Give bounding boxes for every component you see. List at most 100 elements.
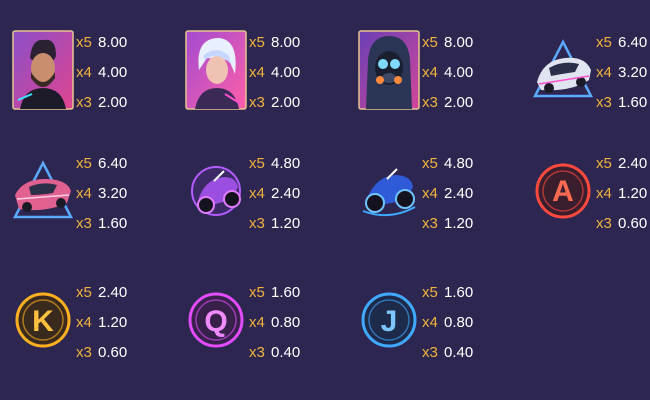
payout-row: x4 4.00 (422, 58, 522, 88)
symbol-letter-k: K x5 2.40 x4 1.20 x3 0.60 (10, 278, 180, 378)
payout-row: x3 2.00 (422, 88, 522, 118)
multiplier: x3 (596, 94, 612, 111)
payout-value: 0.40 (444, 344, 474, 361)
payout-row: x5 4.80 (422, 149, 522, 179)
payout-list: x5 1.60 x4 0.80 x3 0.40 (249, 278, 349, 368)
symbol-letter-j: J x5 1.60 x4 0.80 x3 0.40 (356, 278, 526, 378)
payout-list: x5 2.40 x4 1.20 x3 0.60 (76, 278, 176, 368)
payout-row: x5 8.00 (249, 28, 349, 58)
payout-value: 4.80 (271, 155, 301, 172)
payout-row: x4 4.00 (76, 58, 176, 88)
payout-row: x4 0.80 (249, 308, 349, 338)
payout-row: x3 0.60 (596, 209, 650, 239)
symbol-letter-q: Q x5 1.60 x4 0.80 x3 0.40 (183, 278, 353, 378)
payout-list: x5 8.00 x4 4.00 x3 2.00 (249, 28, 349, 118)
letter-glyph: A (552, 175, 574, 208)
neon-letter-k-icon: K (10, 278, 76, 362)
payout-row: x4 0.80 (422, 308, 522, 338)
multiplier: x5 (76, 34, 92, 51)
payout-row: x5 2.40 (76, 278, 176, 308)
payout-row: x4 3.20 (76, 179, 176, 209)
payout-value: 1.60 (618, 94, 648, 111)
multiplier: x5 (249, 155, 265, 172)
multiplier: x5 (249, 34, 265, 51)
multiplier: x3 (76, 94, 92, 111)
payout-value: 0.80 (271, 314, 301, 331)
payout-value: 2.40 (98, 284, 128, 301)
payout-row: x3 0.40 (249, 338, 349, 368)
payout-row: x5 1.60 (422, 278, 522, 308)
gas-mask-hacker-portrait-icon (356, 28, 422, 112)
payout-list: x5 8.00 x4 4.00 x3 2.00 (76, 28, 176, 118)
pink-sports-car-icon (10, 149, 76, 233)
payout-value: 4.00 (98, 64, 128, 81)
payout-row: x5 8.00 (422, 28, 522, 58)
payout-list: x5 8.00 x4 4.00 x3 2.00 (422, 28, 522, 118)
multiplier: x3 (249, 344, 265, 361)
multiplier: x3 (596, 215, 612, 232)
multiplier: x4 (596, 64, 612, 81)
multiplier: x4 (422, 64, 438, 81)
symbol-pink-car: x5 6.40 x4 3.20 x3 1.60 (10, 149, 180, 249)
multiplier: x4 (76, 64, 92, 81)
multiplier: x5 (422, 34, 438, 51)
paytable: x5 8.00 x4 4.00 x3 2.00 x5 8.00 x4 4.00 … (0, 0, 650, 400)
payout-row: x4 4.00 (249, 58, 349, 88)
payout-list: x5 6.40 x4 3.20 x3 1.60 (596, 28, 650, 118)
white-sports-car-icon (530, 28, 596, 112)
payout-row: x3 1.60 (596, 88, 650, 118)
multiplier: x4 (422, 185, 438, 202)
payout-value: 0.80 (444, 314, 474, 331)
multiplier: x3 (76, 344, 92, 361)
payout-value: 0.40 (271, 344, 301, 361)
multiplier: x4 (76, 314, 92, 331)
payout-value: 2.00 (98, 94, 128, 111)
payout-list: x5 1.60 x4 0.80 x3 0.40 (422, 278, 522, 368)
payout-value: 2.40 (444, 185, 474, 202)
neon-letter-a-icon: A (530, 149, 596, 233)
payout-row: x3 2.00 (249, 88, 349, 118)
payout-value: 2.40 (618, 155, 648, 172)
neon-letter-j-icon: J (356, 278, 422, 362)
payout-row: x3 0.60 (76, 338, 176, 368)
multiplier: x4 (422, 314, 438, 331)
payout-row: x4 1.20 (76, 308, 176, 338)
payout-value: 3.20 (98, 185, 128, 202)
payout-list: x5 6.40 x4 3.20 x3 1.60 (76, 149, 176, 239)
multiplier: x3 (422, 94, 438, 111)
multiplier: x5 (422, 155, 438, 172)
payout-value: 0.60 (618, 215, 648, 232)
multiplier: x5 (422, 284, 438, 301)
symbol-letter-a: A x5 2.40 x4 1.20 x3 0.60 (530, 149, 650, 249)
multiplier: x3 (249, 215, 265, 232)
purple-motorcycle-icon (183, 149, 249, 233)
multiplier: x3 (76, 215, 92, 232)
payout-row: x3 2.00 (76, 88, 176, 118)
payout-row: x4 2.40 (422, 179, 522, 209)
payout-value: 0.60 (98, 344, 128, 361)
payout-row: x3 1.20 (249, 209, 349, 239)
payout-value: 4.00 (271, 64, 301, 81)
letter-glyph: K (32, 305, 54, 338)
multiplier: x4 (249, 314, 265, 331)
symbol-blue-bike: x5 4.80 x4 2.40 x3 1.20 (356, 149, 526, 249)
symbol-purple-bike: x5 4.80 x4 2.40 x3 1.20 (183, 149, 353, 249)
payout-list: x5 4.80 x4 2.40 x3 1.20 (422, 149, 522, 239)
payout-list: x5 2.40 x4 1.20 x3 0.60 (596, 149, 650, 239)
payout-row: x4 1.20 (596, 179, 650, 209)
blue-motorcycle-icon (356, 149, 422, 233)
payout-value: 8.00 (444, 34, 474, 51)
multiplier: x5 (249, 284, 265, 301)
payout-row: x5 6.40 (596, 28, 650, 58)
payout-row: x3 1.60 (76, 209, 176, 239)
payout-row: x5 8.00 (76, 28, 176, 58)
payout-value: 1.60 (98, 215, 128, 232)
payout-value: 1.20 (444, 215, 474, 232)
symbol-masked-hacker: x5 8.00 x4 4.00 x3 2.00 (356, 28, 526, 128)
payout-value: 2.40 (271, 185, 301, 202)
symbol-cyber-man: x5 8.00 x4 4.00 x3 2.00 (10, 28, 180, 128)
payout-value: 1.60 (271, 284, 301, 301)
multiplier: x3 (422, 344, 438, 361)
multiplier: x5 (76, 155, 92, 172)
multiplier: x5 (596, 34, 612, 51)
